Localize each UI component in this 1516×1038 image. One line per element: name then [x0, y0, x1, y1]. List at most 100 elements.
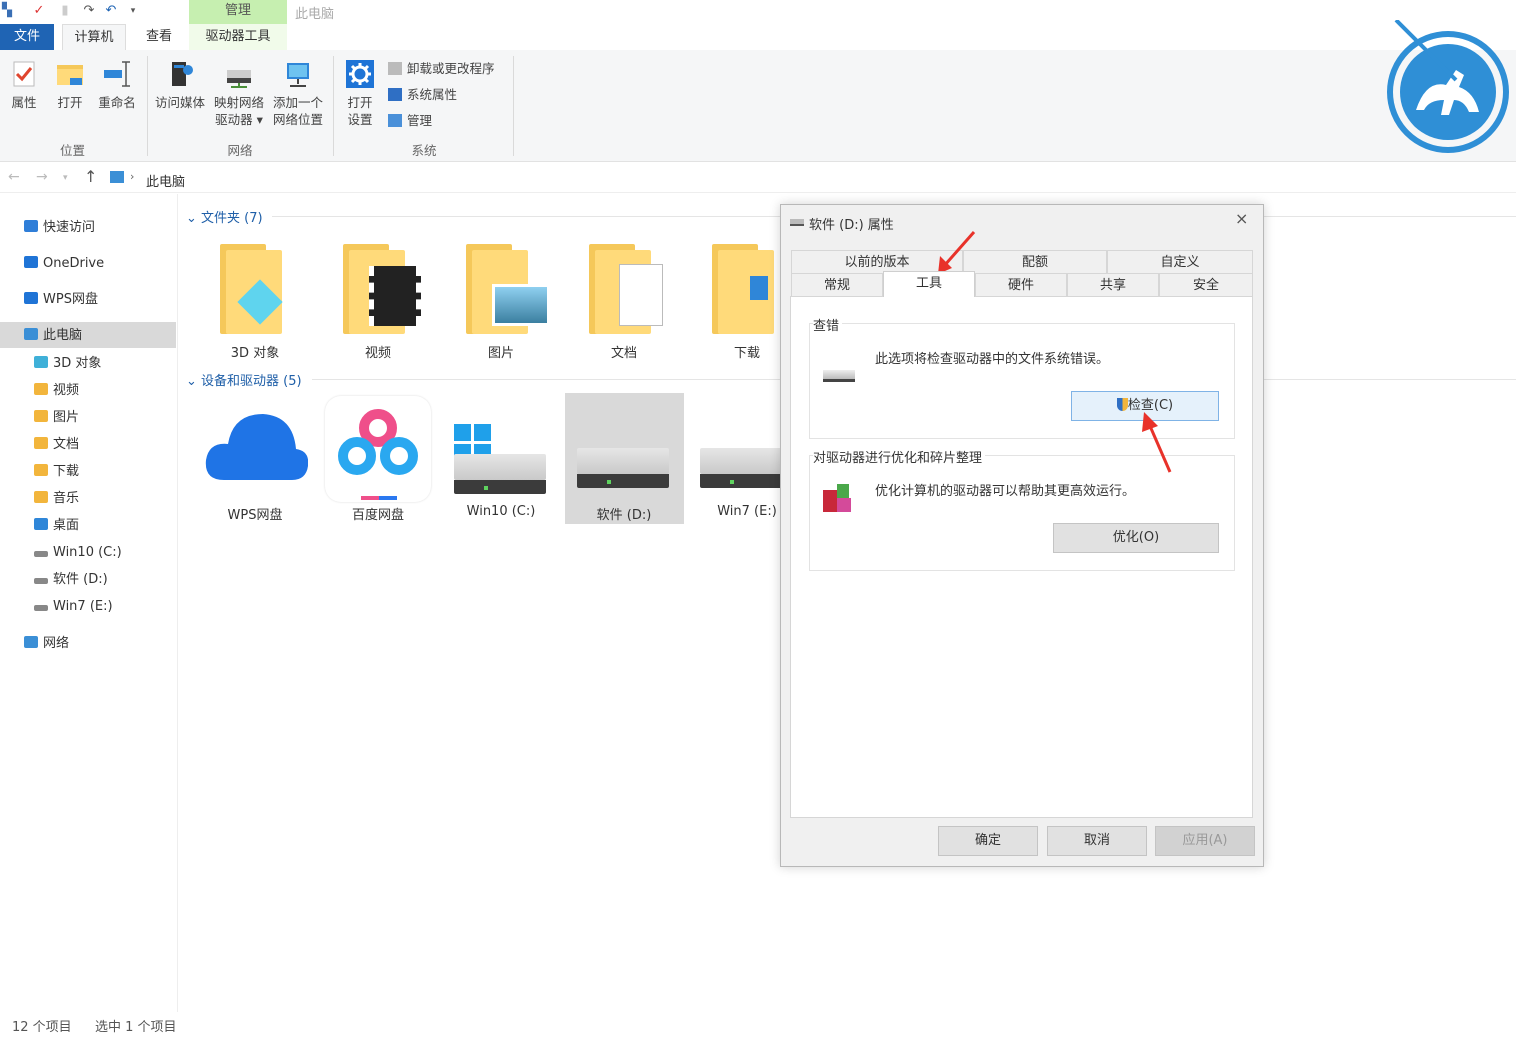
recent-dropdown-icon[interactable]: ▾ — [63, 173, 68, 183]
device-drive-d[interactable]: 软件 (D:) — [565, 400, 683, 524]
cancel-button[interactable]: 取消 — [1047, 826, 1147, 856]
devices-header-label: 设备和驱动器 (5) — [201, 374, 302, 389]
back-arrow-icon[interactable]: ← — [8, 169, 20, 185]
sidebar-item-pictures[interactable]: 图片 — [34, 406, 79, 430]
sidebar-item-onedrive[interactable]: OneDrive — [24, 252, 104, 276]
tab-general[interactable]: 常规 — [791, 273, 883, 297]
sidebar-item-label: 下载 — [53, 464, 80, 479]
tab-quota[interactable]: 配额 — [963, 250, 1107, 274]
sidebar-item-downloads[interactable]: 下载 — [34, 460, 79, 484]
media-server-icon — [172, 62, 193, 86]
sidebar-item-label: 3D 对象 — [53, 356, 102, 371]
properties-quick-icon[interactable]: ✓ — [32, 4, 46, 18]
sidebar-item-label: 音乐 — [53, 491, 80, 506]
tab-drive-tools[interactable]: 驱动器工具 — [189, 24, 287, 50]
tab-computer[interactable]: 计算机 — [62, 24, 126, 50]
up-arrow-icon[interactable]: ↑ — [84, 167, 97, 186]
drive-icon — [34, 605, 48, 611]
defrag-icon — [823, 484, 853, 512]
device-drive-e[interactable]: Win7 (E:) — [688, 400, 780, 524]
breadcrumb-chevron-icon[interactable]: › — [130, 170, 134, 183]
download-folder-icon — [34, 464, 48, 476]
manage-button[interactable]: 管理 — [388, 112, 432, 130]
folder-label: 下载 — [733, 346, 760, 361]
network-location-icon — [287, 63, 309, 87]
folder-documents[interactable]: 文档 — [565, 244, 683, 364]
ok-button[interactable]: 确定 — [938, 826, 1038, 856]
tab-view[interactable]: 查看 — [136, 24, 182, 50]
sidebar-item-quick-access[interactable]: 快速访问 — [24, 216, 95, 240]
computer-icon — [24, 328, 38, 340]
close-icon[interactable]: × — [1235, 209, 1248, 228]
system-properties-button[interactable]: 系统属性 — [388, 86, 457, 104]
rename-button[interactable]: 重命名 — [94, 58, 140, 111]
uninstall-programs-button[interactable]: 卸载或更改程序 — [388, 60, 495, 78]
undo-icon[interactable]: ↶ — [104, 4, 118, 18]
tab-customize[interactable]: 自定义 — [1107, 250, 1253, 274]
manage-label: 管理 — [407, 113, 433, 128]
properties-icon — [13, 61, 35, 87]
device-baidu-drive[interactable]: 百度网盘 — [319, 396, 437, 524]
device-drive-c[interactable]: Win10 (C:) — [442, 400, 560, 524]
wps-cloud-icon — [205, 414, 308, 480]
device-label: WPS网盘 — [227, 508, 283, 523]
map-network-drive-button[interactable]: 映射网络 驱动器 ▾ — [210, 58, 268, 128]
sidebar-item-label: 桌面 — [53, 518, 80, 533]
sidebar-item-label: 此电脑 — [43, 328, 83, 343]
add-location-label-2: 网络位置 — [272, 112, 323, 127]
manage-context-group: 管理 — [189, 0, 287, 24]
open-button[interactable]: 打开 — [52, 58, 88, 111]
sidebar-item-drive-d[interactable]: 软件 (D:) — [34, 568, 108, 592]
new-folder-quick-icon[interactable]: ▮ — [58, 4, 72, 18]
ribbon-separator — [147, 56, 148, 156]
sidebar-item-documents[interactable]: 文档 — [34, 433, 79, 457]
sidebar-item-this-pc[interactable]: 此电脑 — [24, 324, 82, 348]
customize-quick-access-icon[interactable]: ▾ — [126, 4, 140, 18]
properties-button[interactable]: 属性 — [6, 58, 42, 111]
video-folder-icon — [343, 244, 421, 334]
devices-section-header[interactable]: ⌄ 设备和驱动器 (5) — [186, 370, 302, 389]
tab-file[interactable]: 文件 — [0, 24, 54, 50]
sidebar-item-label: 软件 (D:) — [53, 572, 108, 587]
network-group-label: 网络 — [227, 143, 253, 158]
sidebar-item-network[interactable]: 网络 — [24, 632, 69, 656]
rename-label: 重命名 — [98, 95, 136, 110]
sidebar-item-drive-e[interactable]: Win7 (E:) — [34, 595, 113, 619]
open-settings-button[interactable]: 打开 设置 — [338, 58, 382, 128]
folder-downloads[interactable]: 下载 — [688, 244, 780, 364]
sidebar-item-3d-objects[interactable]: 3D 对象 — [34, 352, 101, 376]
folder-3d-objects[interactable]: 3D 对象 — [196, 244, 314, 364]
folders-section-header[interactable]: ⌄ 文件夹 (7) — [186, 207, 263, 226]
tab-security[interactable]: 安全 — [1159, 273, 1253, 297]
apply-button[interactable]: 应用(A) — [1155, 826, 1255, 856]
computer-icon — [110, 171, 124, 183]
redo-icon[interactable]: ↷ — [82, 4, 96, 18]
tab-sharing[interactable]: 共享 — [1067, 273, 1159, 297]
location-group-label: 位置 — [59, 143, 85, 158]
breadcrumb-this-pc[interactable]: 此电脑 — [146, 171, 185, 190]
sidebar-item-label: 网络 — [43, 636, 70, 651]
forward-arrow-icon[interactable]: → — [36, 169, 48, 185]
sidebar-item-videos[interactable]: 视频 — [34, 379, 79, 403]
dialog-title: 软件 (D:) 属性 — [809, 218, 894, 233]
optimize-button[interactable]: 优化(O) — [1053, 523, 1219, 553]
device-wps-drive[interactable]: WPS网盘 — [196, 400, 314, 524]
knight-logo-icon — [1387, 20, 1509, 153]
map-drive-label-1: 映射网络 — [213, 95, 264, 110]
document-folder-icon — [589, 244, 663, 334]
sidebar-item-wps[interactable]: WPS网盘 — [24, 288, 98, 312]
tab-hardware[interactable]: 硬件 — [975, 273, 1067, 297]
sidebar-item-music[interactable]: 音乐 — [34, 487, 79, 511]
folder-pictures[interactable]: 图片 — [442, 244, 560, 364]
access-media-button[interactable]: 访问媒体 — [152, 58, 208, 111]
drive-icon — [34, 551, 48, 557]
add-network-location-button[interactable]: 添加一个 网络位置 — [268, 58, 328, 128]
folder-videos[interactable]: 视频 — [319, 244, 437, 364]
folder-label: 文档 — [610, 346, 637, 361]
sidebar-item-desktop[interactable]: 桌面 — [34, 514, 79, 538]
sidebar-item-drive-c[interactable]: Win10 (C:) — [34, 541, 122, 565]
uninstall-icon — [388, 62, 402, 75]
sidebar-item-label: OneDrive — [43, 256, 105, 271]
tab-tools[interactable]: 工具 — [883, 271, 975, 297]
system-group-label: 系统 — [411, 143, 437, 158]
